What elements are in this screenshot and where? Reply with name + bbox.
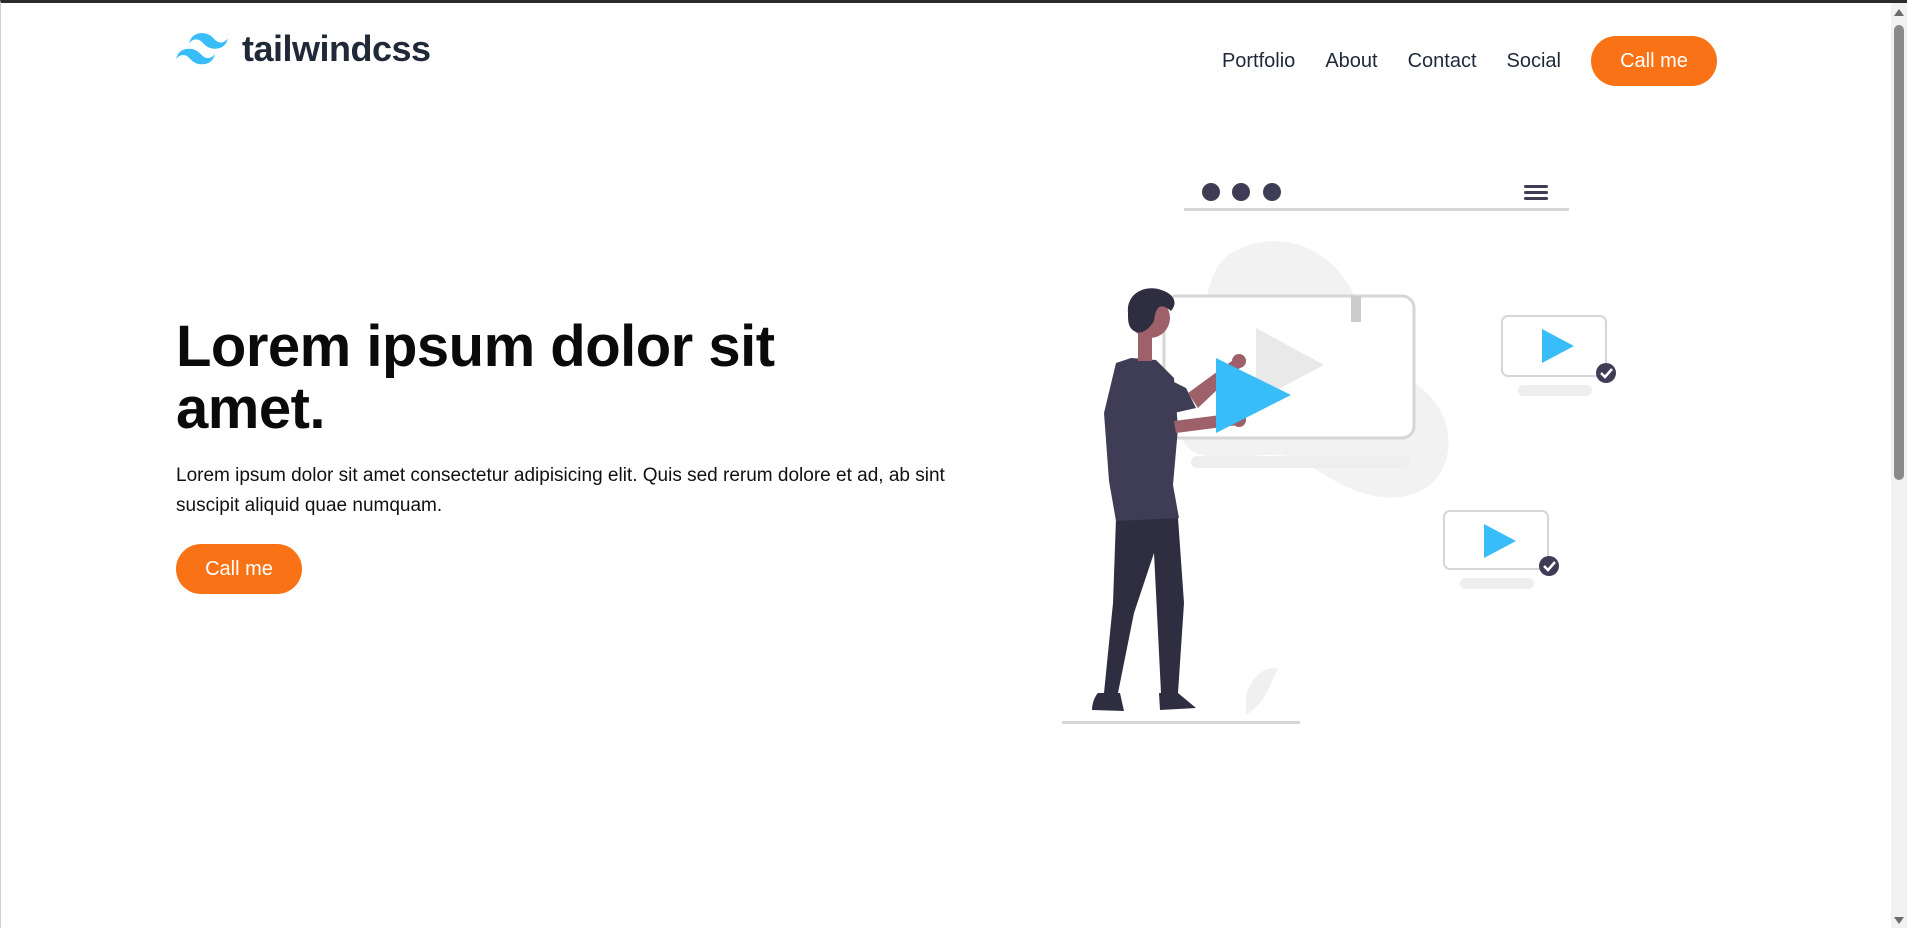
hero-title: Lorem ipsum dolor sit amet. bbox=[176, 314, 775, 441]
logo-text: tailwindcss bbox=[242, 28, 431, 69]
hero-description: Lorem ipsum dolor sit amet consectetur a… bbox=[176, 465, 945, 516]
main-nav: Portfolio About Contact Social Call me bbox=[1222, 36, 1717, 86]
window-dot-1 bbox=[1202, 183, 1220, 201]
brand-logo[interactable]: tailwindcss bbox=[176, 28, 431, 69]
floor-line bbox=[1062, 721, 1300, 724]
browser-bar bbox=[1184, 183, 1569, 211]
browser-viewport: tailwindcss Portfolio About Contact Soci… bbox=[0, 0, 1907, 928]
nav-call-me-button[interactable]: Call me bbox=[1591, 36, 1717, 86]
check-badge-icon bbox=[1596, 363, 1616, 383]
page-scrollbar[interactable] bbox=[1891, 3, 1907, 928]
plant-leaf bbox=[1246, 668, 1278, 715]
card-caption-bar bbox=[1191, 456, 1411, 468]
video-card-small-1 bbox=[1501, 315, 1616, 396]
scroll-down-arrow-icon[interactable] bbox=[1894, 917, 1904, 924]
scroll-thumb[interactable] bbox=[1894, 25, 1904, 480]
browser-bar-line bbox=[1184, 208, 1569, 211]
window-dot-2 bbox=[1232, 183, 1250, 201]
hamburger-menu-icon bbox=[1524, 185, 1548, 200]
window-dot-3 bbox=[1263, 183, 1281, 201]
hero-call-me-button[interactable]: Call me bbox=[176, 544, 302, 594]
nav-link-social[interactable]: Social bbox=[1507, 50, 1561, 73]
hero-illustration bbox=[1056, 163, 1636, 738]
nav-link-about[interactable]: About bbox=[1325, 50, 1377, 73]
check-badge-icon bbox=[1539, 556, 1559, 576]
nav-link-portfolio[interactable]: Portfolio bbox=[1222, 50, 1295, 73]
scroll-up-arrow-icon[interactable] bbox=[1894, 9, 1904, 16]
card-tab bbox=[1351, 296, 1361, 322]
tailwind-wave-icon bbox=[176, 33, 228, 65]
video-card-small-2 bbox=[1443, 510, 1559, 589]
nav-link-contact[interactable]: Contact bbox=[1408, 50, 1477, 73]
